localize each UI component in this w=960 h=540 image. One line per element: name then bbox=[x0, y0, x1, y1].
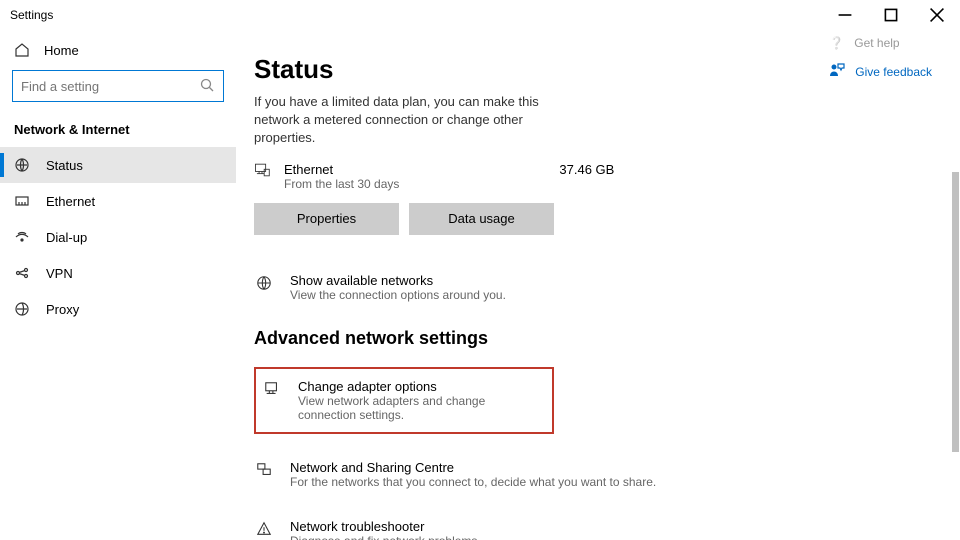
connection-sub: From the last 30 days bbox=[284, 177, 399, 191]
network-troubleshooter[interactable]: Network troubleshooter Diagnose and fix … bbox=[254, 515, 932, 540]
properties-button[interactable]: Properties bbox=[254, 203, 399, 235]
connection-name: Ethernet bbox=[284, 162, 399, 177]
sidebar-item-status[interactable]: Status bbox=[0, 147, 236, 183]
titlebar: Settings bbox=[0, 0, 960, 30]
search-field[interactable] bbox=[21, 79, 191, 94]
maximize-button[interactable] bbox=[868, 0, 914, 30]
show-available-networks[interactable]: Show available networks View the connect… bbox=[254, 269, 932, 306]
sidebar-item-proxy[interactable]: Proxy bbox=[0, 291, 236, 327]
give-feedback-link[interactable]: Give feedback bbox=[829, 56, 932, 87]
link-title: Change adapter options bbox=[298, 379, 546, 394]
minimize-button[interactable] bbox=[822, 0, 868, 30]
home-icon bbox=[14, 42, 30, 58]
sharing-icon bbox=[254, 462, 274, 478]
link-title: Show available networks bbox=[290, 273, 506, 288]
usage-row: Ethernet From the last 30 days 37.46 GB bbox=[254, 162, 932, 191]
link-sub: For the networks that you connect to, de… bbox=[290, 475, 656, 489]
link-title: Network troubleshooter bbox=[290, 519, 481, 534]
link-sub: View the connection options around you. bbox=[290, 288, 506, 302]
get-help-link[interactable]: ❔ Get help bbox=[829, 30, 932, 56]
network-sharing-centre[interactable]: Network and Sharing Centre For the netwo… bbox=[254, 456, 932, 493]
sidebar-item-label: Ethernet bbox=[46, 194, 95, 209]
window-title: Settings bbox=[10, 8, 53, 22]
globe-icon bbox=[254, 275, 274, 291]
sidebar-item-home[interactable]: Home bbox=[0, 34, 236, 70]
link-sub: View network adapters and change connect… bbox=[298, 394, 546, 422]
sidebar: Home Network & Internet Status Ethernet … bbox=[0, 30, 236, 540]
search-icon bbox=[199, 77, 215, 96]
data-usage-button[interactable]: Data usage bbox=[409, 203, 554, 235]
status-description: If you have a limited data plan, you can… bbox=[254, 93, 554, 148]
sidebar-item-dialup[interactable]: Dial-up bbox=[0, 219, 236, 255]
monitor-icon bbox=[254, 162, 270, 183]
home-label: Home bbox=[44, 43, 79, 58]
sidebar-item-label: VPN bbox=[46, 266, 73, 281]
warning-icon bbox=[254, 521, 274, 537]
advanced-section-title: Advanced network settings bbox=[254, 328, 932, 349]
proxy-icon bbox=[14, 301, 30, 317]
sidebar-item-ethernet[interactable]: Ethernet bbox=[0, 183, 236, 219]
scrollbar[interactable] bbox=[952, 172, 959, 452]
sidebar-item-label: Status bbox=[46, 158, 83, 173]
vpn-icon bbox=[14, 265, 30, 281]
adapter-icon bbox=[262, 381, 282, 397]
link-sub: Diagnose and fix network problems. bbox=[290, 534, 481, 540]
dialup-icon bbox=[14, 229, 30, 245]
usage-amount: 37.46 GB bbox=[559, 162, 614, 177]
feedback-icon bbox=[829, 62, 845, 81]
ethernet-icon bbox=[14, 193, 30, 209]
link-title: Network and Sharing Centre bbox=[290, 460, 656, 475]
sidebar-item-label: Dial-up bbox=[46, 230, 87, 245]
close-button[interactable] bbox=[914, 0, 960, 30]
search-input[interactable] bbox=[12, 70, 224, 102]
help-icon: ❔ bbox=[829, 36, 844, 50]
category-header: Network & Internet bbox=[0, 118, 236, 147]
content-area: ❔ Get help Give feedback Status If you h… bbox=[236, 30, 960, 540]
sidebar-item-label: Proxy bbox=[46, 302, 79, 317]
change-adapter-options[interactable]: Change adapter options View network adap… bbox=[254, 367, 554, 434]
sidebar-item-vpn[interactable]: VPN bbox=[0, 255, 236, 291]
status-icon bbox=[14, 157, 30, 173]
